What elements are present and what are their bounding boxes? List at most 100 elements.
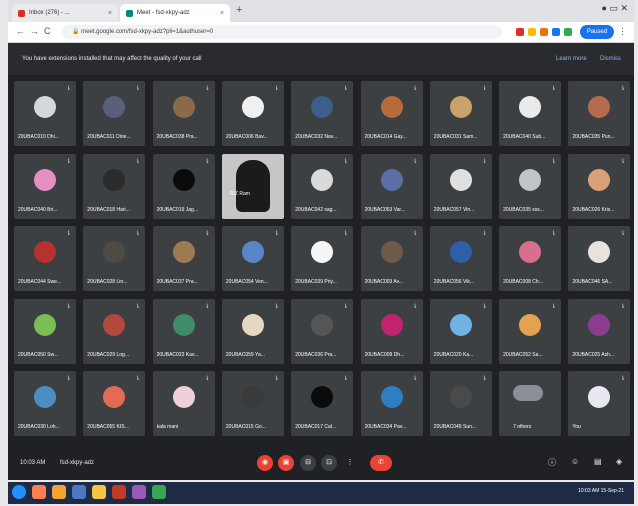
participant-tile[interactable]: ⇂ 20UBAC056 Vik... [429,226,492,291]
participant-tile[interactable]: ⇂ 20UBAC019 Jag... [152,153,215,219]
people-icon[interactable]: ☺ [571,457,579,466]
participant-tile[interactable]: ⇂ 20UBAC036 Pra... [291,298,354,364]
participant-avatar [380,386,403,408]
new-tab-button[interactable]: + [236,4,242,16]
participant-name: 20UBAC003 Av... [364,279,403,285]
more-options-button[interactable]: ⋮ [342,455,358,471]
mic-muted-icon: ⇂ [135,86,141,92]
info-icon[interactable]: ⓘ [548,457,556,468]
meet-icon [126,9,133,17]
participant-tile[interactable]: ⇂ 20UBAC038 Pra... [152,81,215,146]
tab-meet[interactable]: Meet - fsd-xkpy-adz × [120,4,230,22]
mic-off-button[interactable]: ◉ [257,455,273,471]
participant-tile[interactable]: ⇂ 20UBAC011 Dine... [83,81,146,146]
taskbar-app-icon[interactable] [112,485,126,499]
participant-tile[interactable]: ⇂ 20UBAC018 Hari... [83,153,146,219]
participant-tile[interactable]: ⇂ 20UBAC035 sss... [499,153,562,219]
mic-muted-icon: ⇂ [343,376,349,382]
participant-tile[interactable]: ⇂ 20UBAC020 Ka... [429,298,492,364]
participant-tile[interactable]: ⇂ 20UBAC025 Ash... [568,298,631,364]
close-tab-icon[interactable]: × [220,10,224,17]
participant-tile[interactable]: ⇂ 20UBAC040 Bri... [14,153,76,219]
mic-muted-icon: ⇂ [620,376,626,382]
participant-name: 20UBAC036 Pra... [295,351,337,358]
participant-tile[interactable]: ⇂ 20UBAC029 Log... [83,298,146,364]
participant-tile[interactable]: RIZ Ram [221,153,284,219]
participant-avatar [103,241,126,263]
participant-avatar [588,96,611,118]
participant-tile[interactable]: 7 others [499,371,562,436]
participant-tile[interactable]: ⇂ 20UBAC023 Kav... [152,298,215,364]
present-button[interactable]: ⊡ [321,455,337,471]
participant-name: 20UBAC010 Dhi... [18,134,59,140]
participant-tile[interactable]: ⇂ 20UBAC042 sag... [291,153,354,219]
browser-menu-icon[interactable]: ⋮ [618,26,627,37]
close-tab-icon[interactable]: × [108,10,112,17]
participant-name: 20UBAC052 Sa... [503,351,543,358]
participant-tile[interactable]: ⇂ 20UBAC014 Gay... [360,81,423,146]
mic-muted-icon: ⇂ [135,231,141,237]
participant-tile[interactable]: ⇂ 20UBAC055 KIS... [83,371,146,436]
participant-tile[interactable]: ⇂ 20UBAC003 Av... [360,226,423,291]
participant-avatar [519,168,542,191]
participant-tile[interactable]: ⇂ 20UBAC008 Ch... [499,226,562,291]
reload-button[interactable]: C [44,26,51,36]
camera-off-button[interactable]: ▣ [278,455,294,471]
participant-tile[interactable]: ⇂ 20UBAC028 Lin... [83,226,146,291]
participant-tile[interactable]: ⇂ kala mani [152,371,215,436]
taskbar-app-icon[interactable] [52,485,66,499]
end-call-button[interactable]: ✆ [370,455,392,471]
learn-more-link[interactable]: Learn more [556,56,587,62]
participant-tile[interactable]: ⇂ 20UBAC010 Dhi... [14,81,76,146]
participant-tile[interactable]: ⇂ 20UBAC052 Sa... [499,298,562,364]
participant-tile[interactable]: ⇂ 20UBAC040 Sub... [499,81,562,146]
participant-tile[interactable]: ⇂ 20UBAC044 Swe... [14,226,76,291]
back-button[interactable]: ← [16,26,25,36]
participant-tile[interactable]: ⇂ 20UBAC030 Loh... [14,371,76,436]
call-controls-bar: 10:03 AM fsd-xkpy-adz ◉ ▣ ⊟ ⊡ ⋮ ✆ ⓘ ☺ ▤ … [8,453,634,480]
profile-button[interactable]: Paused [580,25,614,39]
participant-tile[interactable]: ⇂ 20UBAC035 Pun... [568,81,631,146]
taskbar-app-icon[interactable] [152,485,166,499]
participant-name: 20UBAC054 Ven... [225,279,268,285]
participant-tile[interactable]: ⇂ 20UBAC054 Ven... [221,226,284,291]
chat-icon[interactable]: ▤ [594,457,602,466]
participant-tile[interactable]: ⇂ 20UBAC050 Sw... [14,298,76,364]
participant-tile[interactable]: ⇂ 20UBAC053 Var... [360,153,423,219]
participant-tile[interactable]: ⇂ 20UBAC039 Priy... [291,226,354,291]
participant-tile[interactable]: ⇂ 20UBAC049 Sun... [429,371,492,436]
tab-gmail[interactable]: Inbox (276) - ... × [12,4,118,22]
participant-tile[interactable]: ⇂ 20UBAC032 Nav... [291,81,354,146]
participant-tile[interactable]: ⇂ 20UBAC034 Pav... [360,371,423,436]
participant-tile[interactable]: ⇂ 20UBAC059 Ya... [221,298,284,364]
activities-icon[interactable]: ◈ [616,457,622,466]
extension-icon[interactable] [528,28,536,36]
system-tray-clock[interactable]: 10:03 AM 15-Sep-21 [578,488,624,494]
captions-button[interactable]: ⊟ [300,455,316,471]
participant-tile[interactable]: ⇂ 20UBAC031 Sam... [429,81,492,146]
participant-tile[interactable]: ⇂ 20UBAC017 Cal... [291,371,354,436]
window-controls[interactable]: ● ▭ ✕ [602,3,628,14]
extension-icon[interactable] [516,28,524,36]
participant-tile[interactable]: ⇂ You [568,371,631,436]
taskbar-app-icon[interactable] [92,485,106,499]
participant-tile[interactable]: ⇂ 20UBAC006 Bav... [221,81,284,146]
extension-icon[interactable] [564,28,572,36]
taskbar-app-icon[interactable] [32,485,46,499]
url-bar[interactable]: 🔒 meet.google.com/fsd-xkpy-adz?pli=1&aut… [62,25,502,39]
taskbar-app-icon[interactable] [72,485,86,499]
extension-icon[interactable] [540,28,548,36]
forward-button[interactable]: → [30,26,39,36]
participant-tile[interactable]: ⇂ 20UBAC037 Pra... [152,226,215,291]
extension-icon[interactable] [552,28,560,36]
mic-muted-icon: ⇂ [204,303,210,310]
dismiss-button[interactable]: Dismiss [600,56,621,62]
start-button-icon[interactable] [12,485,26,499]
participant-tile[interactable]: ⇂ 20UBAC057 Vin... [429,153,492,219]
taskbar-app-icon[interactable] [132,485,146,499]
participant-tile[interactable]: ⇂ 20UBAC015 Go... [221,371,284,436]
participant-avatar [241,96,264,118]
participant-tile[interactable]: ⇂ 20UBAC009 Dh... [360,298,423,364]
participant-tile[interactable]: ⇂ 20UBAC026 Kris... [568,153,631,219]
participant-tile[interactable]: ⇂ 20UBAC046 SA... [568,226,631,291]
